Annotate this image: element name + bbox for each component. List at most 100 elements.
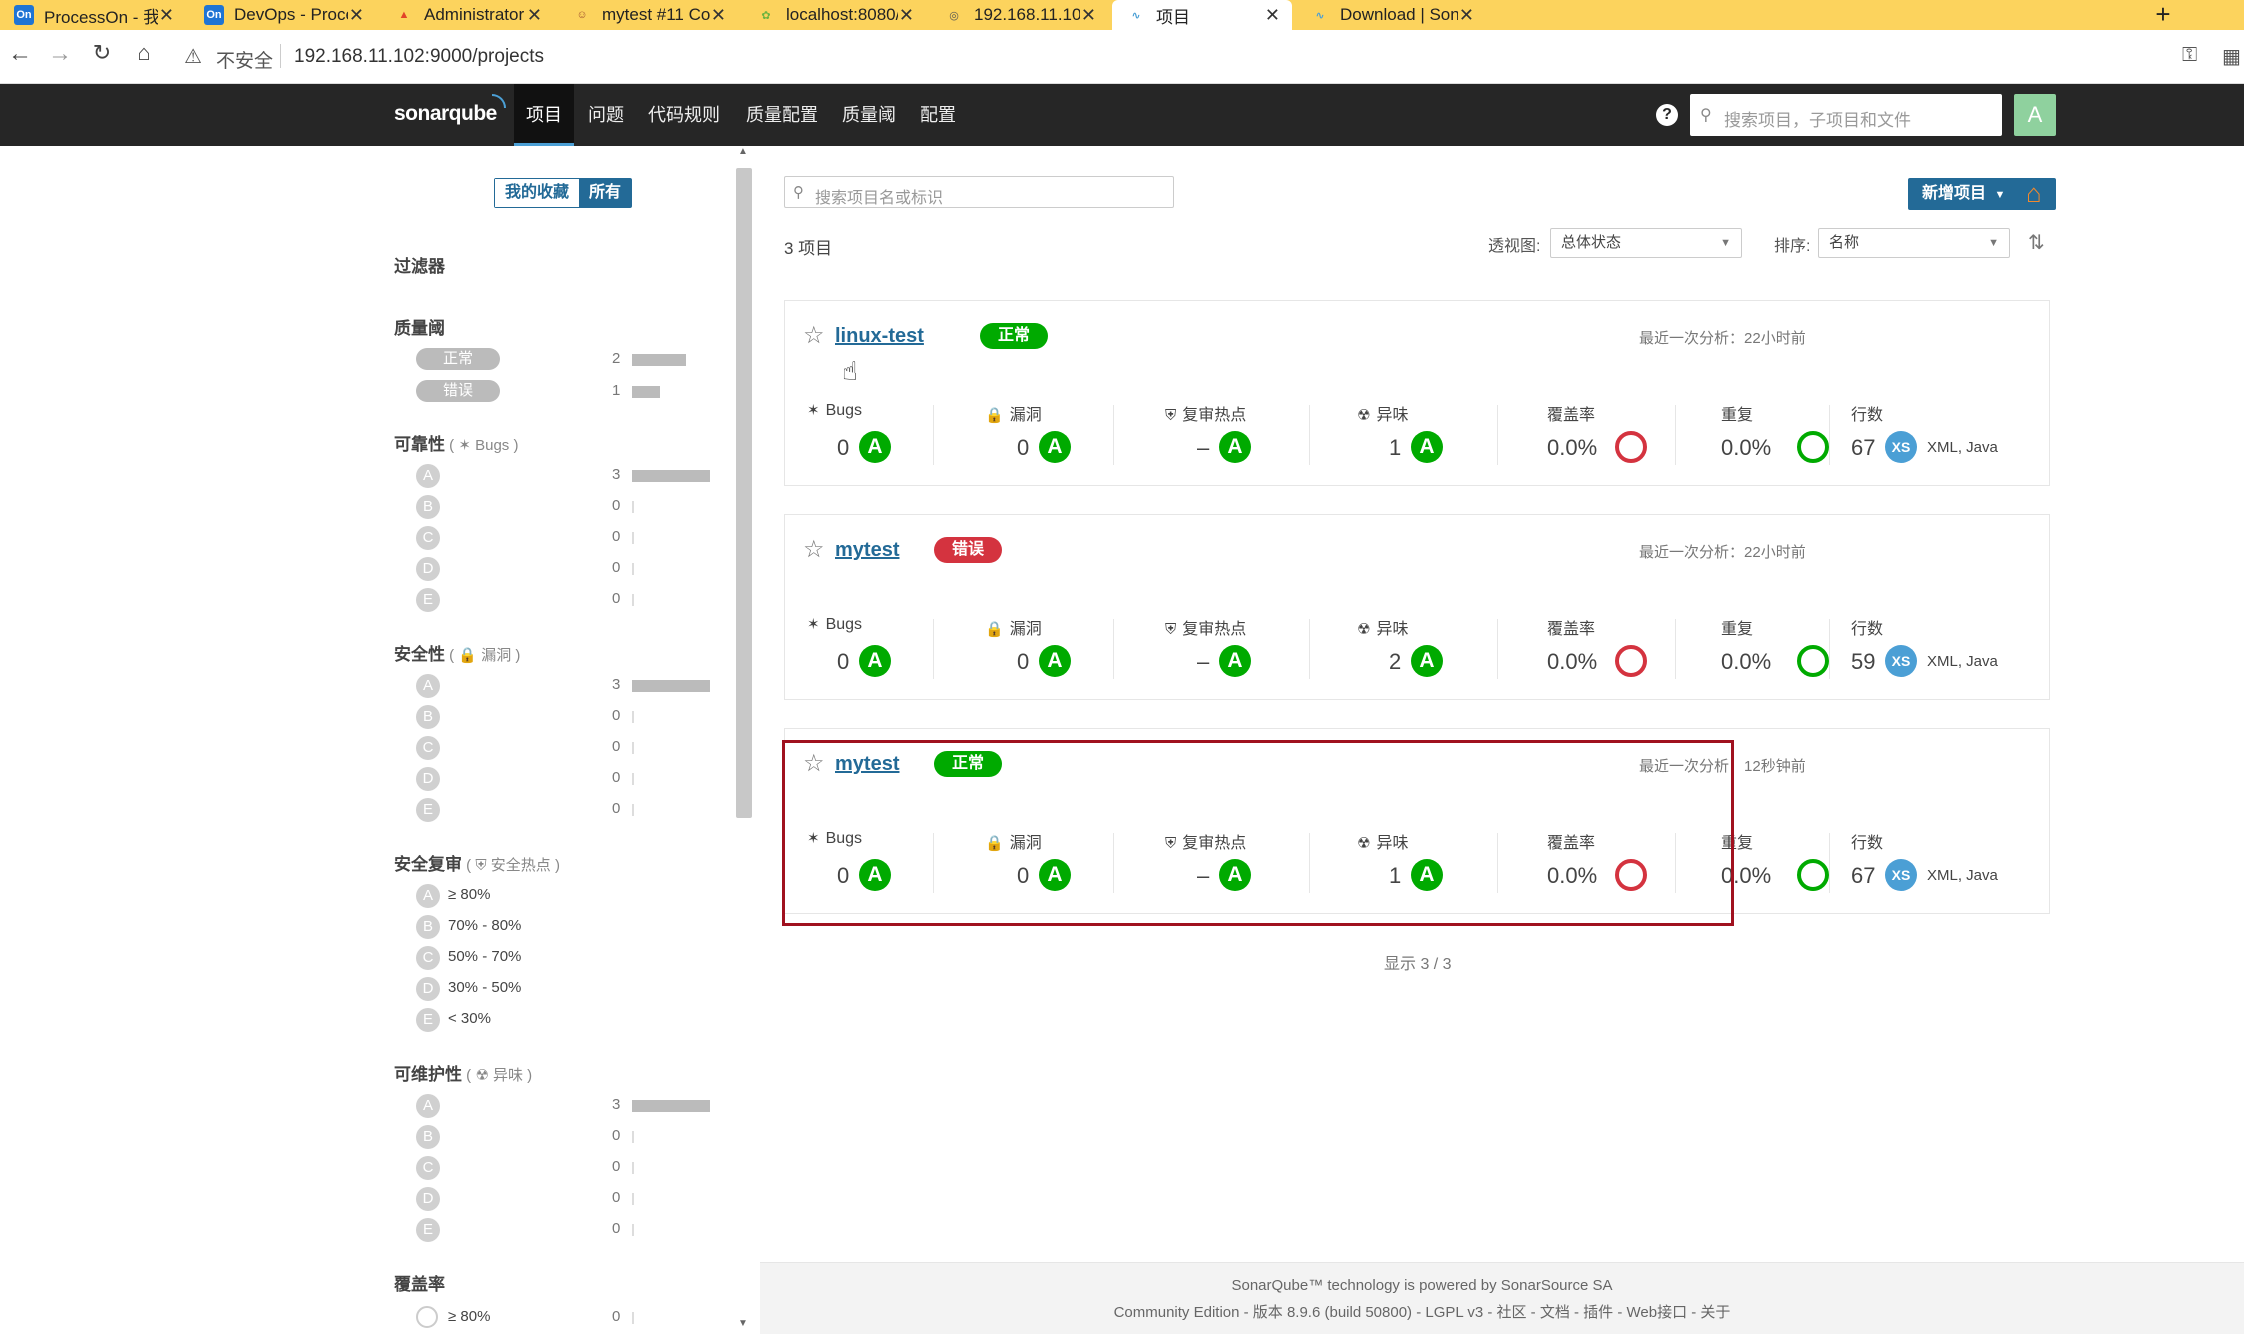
- project-name-link[interactable]: mytest: [835, 753, 899, 776]
- close-icon[interactable]: ✕: [1265, 5, 1280, 26]
- rating-c-option[interactable]: C: [416, 1156, 440, 1180]
- browser-tab[interactable]: ∿ 项目 ✕: [1112, 0, 1292, 30]
- home-icon[interactable]: ⌂: [128, 40, 160, 66]
- close-icon[interactable]: ✕: [899, 5, 914, 26]
- rating-b-option[interactable]: B: [416, 915, 440, 939]
- nav-item[interactable]: 质量配置: [734, 84, 830, 146]
- metric-value[interactable]: 0: [1017, 435, 1029, 461]
- global-search-input[interactable]: ⚲ 搜索项目，子项目和文件: [1690, 94, 2002, 136]
- metric-value[interactable]: 67: [1851, 435, 1875, 461]
- metric-value[interactable]: 0: [1017, 649, 1029, 675]
- metric-value[interactable]: 0: [837, 435, 849, 461]
- rating-badge[interactable]: A: [1411, 645, 1443, 677]
- nav-item[interactable]: 配置: [908, 84, 968, 146]
- metric-value[interactable]: 0.0%: [1721, 863, 1771, 889]
- rating-c-option[interactable]: C: [416, 946, 440, 970]
- metric-value[interactable]: –: [1197, 649, 1209, 675]
- rating-a-option[interactable]: A: [416, 1094, 440, 1118]
- nav-item[interactable]: 质量阈: [830, 84, 908, 146]
- close-icon[interactable]: ✕: [711, 5, 726, 26]
- insecure-label[interactable]: 不安全: [216, 46, 273, 73]
- rating-b-option[interactable]: B: [416, 705, 440, 729]
- metric-value[interactable]: 2: [1389, 649, 1401, 675]
- rating-badge[interactable]: A: [1411, 859, 1443, 891]
- metric-value[interactable]: 0.0%: [1547, 649, 1597, 675]
- sonarqube-logo[interactable]: sonarqube: [394, 94, 506, 126]
- avatar[interactable]: A: [2014, 94, 2056, 136]
- browser-tab[interactable]: ☺ mytest #11 Console [Jen✕: [558, 0, 738, 30]
- rating-badge[interactable]: A: [1039, 859, 1071, 891]
- close-icon[interactable]: ✕: [1459, 5, 1474, 26]
- rating-a-option[interactable]: A: [416, 674, 440, 698]
- project-name-link[interactable]: mytest: [835, 539, 899, 562]
- metric-value[interactable]: 59: [1851, 649, 1875, 675]
- star-icon[interactable]: ☆: [803, 535, 825, 564]
- nav-item[interactable]: 问题: [576, 84, 636, 146]
- rating-e-option[interactable]: E: [416, 798, 440, 822]
- quality-gate-option[interactable]: 错误: [416, 380, 500, 402]
- rating-a-option[interactable]: A: [416, 464, 440, 488]
- perspective-select[interactable]: 总体状态 ▼: [1550, 228, 1742, 258]
- metric-value[interactable]: 0.0%: [1547, 863, 1597, 889]
- help-icon[interactable]: ?: [1656, 104, 1678, 126]
- rating-d-option[interactable]: D: [416, 767, 440, 791]
- all-projects-button[interactable]: 所有: [579, 179, 632, 207]
- sort-direction-icon[interactable]: ⇅: [2028, 230, 2045, 255]
- rating-badge[interactable]: A: [859, 431, 891, 463]
- metric-value[interactable]: 0.0%: [1721, 649, 1771, 675]
- reload-icon[interactable]: ↻: [86, 40, 118, 66]
- rating-badge[interactable]: A: [1411, 431, 1443, 463]
- coverage-donut-icon[interactable]: [1615, 859, 1647, 891]
- coverage-donut-icon[interactable]: [1615, 645, 1647, 677]
- scroll-down-arrow[interactable]: ▼: [738, 1318, 748, 1329]
- rating-badge[interactable]: A: [859, 645, 891, 677]
- my-favorites-button[interactable]: 我的收藏: [495, 179, 580, 207]
- metric-value[interactable]: 67: [1851, 863, 1875, 889]
- rating-a-option[interactable]: A: [416, 884, 440, 908]
- rating-badge[interactable]: A: [859, 859, 891, 891]
- metric-value[interactable]: 1: [1389, 863, 1401, 889]
- metric-value[interactable]: 0.0%: [1721, 435, 1771, 461]
- scroll-up-arrow[interactable]: ▲: [738, 146, 748, 157]
- project-name-link[interactable]: linux-test: [835, 325, 924, 348]
- rating-badge[interactable]: A: [1219, 859, 1251, 891]
- close-icon[interactable]: ✕: [1081, 5, 1096, 26]
- nav-item[interactable]: 代码规则: [636, 84, 732, 146]
- star-icon[interactable]: ☆: [803, 749, 825, 778]
- metric-value[interactable]: 0.0%: [1547, 435, 1597, 461]
- rating-d-option[interactable]: D: [416, 1187, 440, 1211]
- rating-e-option[interactable]: E: [416, 1008, 440, 1032]
- rating-c-option[interactable]: C: [416, 526, 440, 550]
- url-field[interactable]: 192.168.11.102:9000/projects: [294, 46, 544, 68]
- rating-d-option[interactable]: D: [416, 977, 440, 1001]
- footer-links[interactable]: Community Edition - 版本 8.9.6 (build 5080…: [760, 1301, 2084, 1322]
- rating-badge[interactable]: A: [1039, 645, 1071, 677]
- rating-badge[interactable]: A: [1219, 431, 1251, 463]
- rating-badge[interactable]: A: [1219, 645, 1251, 677]
- rating-badge[interactable]: A: [1039, 431, 1071, 463]
- back-icon[interactable]: ←: [4, 40, 36, 68]
- rating-b-option[interactable]: B: [416, 495, 440, 519]
- rating-e-option[interactable]: E: [416, 1218, 440, 1242]
- duplication-donut-icon[interactable]: [1797, 645, 1829, 677]
- rating-c-option[interactable]: C: [416, 736, 440, 760]
- metric-value[interactable]: 0: [1017, 863, 1029, 889]
- star-icon[interactable]: ☆: [803, 321, 825, 350]
- browser-tab[interactable]: ◎ 192.168.11.102:8081/tes✕: [930, 0, 1108, 30]
- browser-tab[interactable]: ▲ Administrator / mytest✕: [380, 0, 554, 30]
- forward-icon[interactable]: →: [44, 40, 76, 68]
- metric-value[interactable]: –: [1197, 863, 1209, 889]
- nav-item[interactable]: 项目: [514, 84, 574, 146]
- close-icon[interactable]: ✕: [159, 5, 174, 26]
- new-tab-button[interactable]: +: [2148, 0, 2178, 30]
- quality-gate-option[interactable]: 正常: [416, 348, 500, 370]
- close-icon[interactable]: ✕: [527, 5, 542, 26]
- duplication-donut-icon[interactable]: [1797, 859, 1829, 891]
- translate-icon[interactable]: ▦: [2222, 44, 2241, 69]
- coverage-ring-icon[interactable]: [416, 1306, 438, 1328]
- browser-tab[interactable]: On DevOps - ProcessOn✕: [190, 0, 376, 30]
- browser-tab[interactable]: On ProcessOn - 我的文件✕: [0, 0, 186, 30]
- home-page-icon[interactable]: ⌂: [2026, 178, 2042, 209]
- key-icon[interactable]: ⚿: [2182, 44, 2197, 67]
- metric-value[interactable]: 0: [837, 863, 849, 889]
